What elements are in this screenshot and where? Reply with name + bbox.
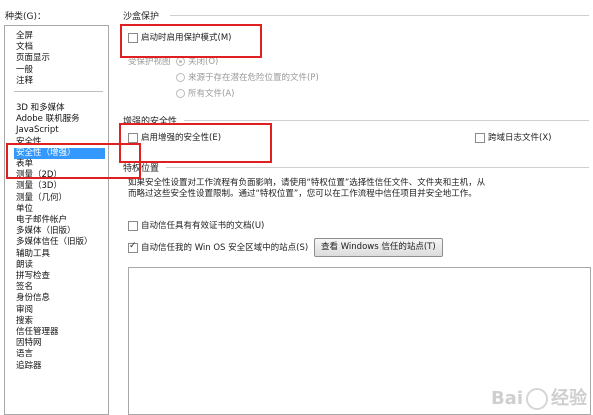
auto-trust-win-checkbox[interactable] — [128, 241, 138, 253]
category-item[interactable]: 签名 — [16, 282, 33, 293]
category-item[interactable]: 追踪器 — [16, 361, 42, 372]
highlight-box-category — [6, 143, 141, 179]
watermark-brand2: 经验 — [551, 388, 587, 409]
privileged-description: 如果安全性设置对工作流程有负面影响，请使用“特权位置”选择性信任文件、文件夹和主… — [128, 178, 486, 199]
category-item[interactable]: 因特网 — [16, 338, 42, 349]
category-item[interactable]: 身份信息 — [16, 293, 50, 304]
highlight-box-protected-mode — [120, 24, 262, 58]
protected-view-option-all[interactable]: 所有文件(A) — [176, 87, 234, 99]
category-item[interactable]: 3D 和多媒体 — [16, 103, 65, 114]
auto-trust-win-label: 自动信任我的 Win OS 安全区域中的站点(S) — [141, 243, 309, 253]
category-item[interactable]: 注释 — [16, 76, 33, 87]
watermark-brand: Bai — [490, 388, 523, 409]
category-item[interactable]: 拼写检查 — [16, 271, 50, 282]
category-item[interactable]: 全屏 — [16, 31, 33, 42]
auto-trust-certified-checkbox[interactable] — [128, 220, 138, 231]
baidu-watermark: Bai 经验 — [491, 384, 587, 410]
section-divider — [184, 120, 589, 121]
category-item[interactable]: 一般 — [16, 65, 33, 76]
category-item[interactable]: 多媒体信任（旧版） — [16, 237, 93, 248]
view-trusted-sites-button[interactable]: 查看 Windows 信任的站点(T) — [314, 238, 443, 257]
section-divider — [170, 15, 589, 16]
radio-risky[interactable] — [176, 73, 185, 82]
category-item[interactable]: 审阅 — [16, 305, 33, 316]
cross-domain-log-checkbox[interactable] — [475, 132, 485, 143]
radio-all[interactable] — [176, 89, 185, 98]
category-item[interactable]: 语言 — [16, 349, 33, 360]
category-label: 种类(G)： — [5, 12, 46, 22]
auto-trust-certified-label: 自动信任具有有效证书的文档(U) — [141, 221, 265, 231]
category-item[interactable]: 文档 — [16, 42, 33, 53]
category-separator — [14, 91, 103, 92]
section-divider — [166, 167, 589, 168]
option-all-label: 所有文件(A) — [188, 89, 235, 99]
category-item[interactable]: 朗读 — [16, 260, 33, 271]
sandbox-section-title: 沙盒保护 — [123, 12, 160, 22]
cross-domain-log-label: 跨域日志文件(X) — [488, 133, 552, 143]
cross-domain-log-row[interactable]: 跨域日志文件(X) — [475, 131, 551, 143]
category-item[interactable]: 电子邮件帐户 — [16, 215, 67, 226]
paw-icon — [526, 388, 548, 410]
category-item[interactable]: 多媒体（旧版） — [16, 226, 76, 237]
category-item[interactable]: 测量（几何） — [16, 193, 67, 204]
category-item[interactable]: 页面显示 — [16, 53, 50, 64]
option-off-label: 关闭(O) — [188, 57, 219, 67]
category-list[interactable]: 全屏 文档 页面显示 一般 注释 3D 和多媒体 Adobe 联机服务 JavaScript 安… — [4, 25, 109, 415]
category-item[interactable]: 测量（3D） — [16, 181, 62, 192]
category-item[interactable]: 单位 — [16, 204, 33, 215]
category-item[interactable]: 信任管理器 — [16, 327, 59, 338]
auto-trust-certified-row[interactable]: 自动信任具有有效证书的文档(U) — [128, 219, 264, 231]
option-risky-label: 来源于存在潜在危险位置的文件(P) — [188, 73, 319, 83]
category-item[interactable]: 辅助工具 — [16, 249, 50, 260]
category-item[interactable]: JavaScript — [16, 125, 59, 136]
protected-view-option-risky[interactable]: 来源于存在潜在危险位置的文件(P) — [176, 71, 319, 83]
category-item[interactable]: Adobe 联机服务 — [16, 114, 80, 125]
highlight-box-enhanced-security — [119, 123, 272, 163]
radio-off[interactable] — [176, 57, 185, 66]
category-item[interactable]: 搜索 — [16, 316, 33, 327]
auto-trust-win-row[interactable]: 自动信任我的 Win OS 安全区域中的站点(S) — [128, 241, 308, 253]
